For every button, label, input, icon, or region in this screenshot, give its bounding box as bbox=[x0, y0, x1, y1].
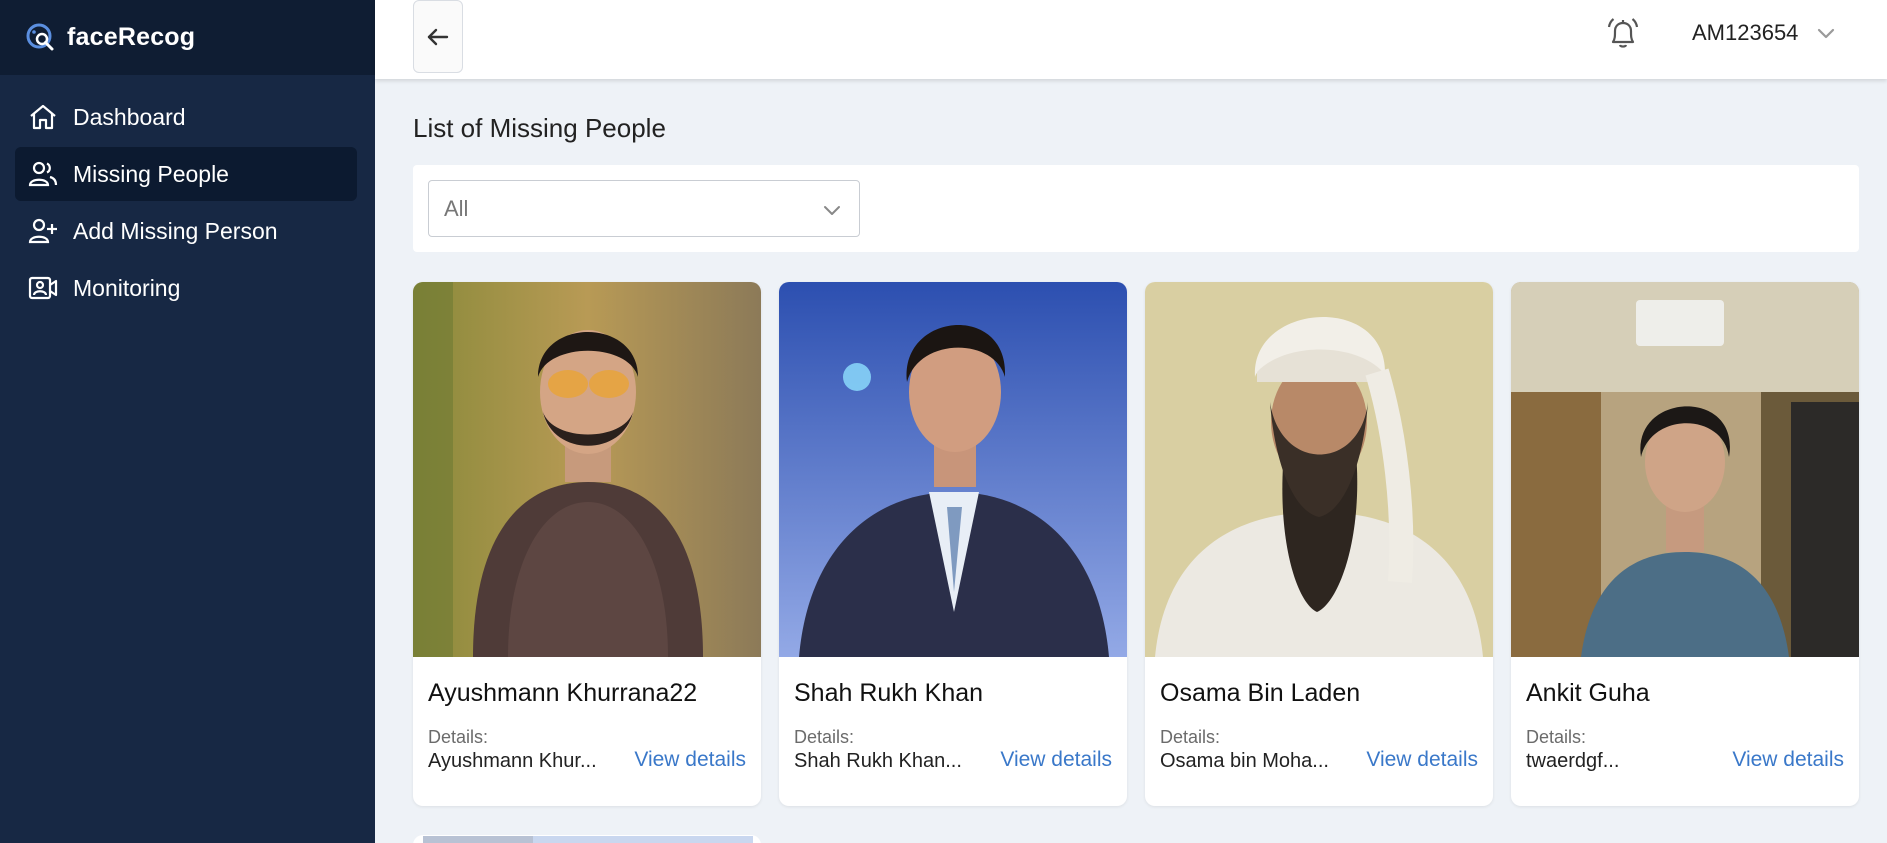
user-id: AM123654 bbox=[1692, 20, 1799, 45]
filter-panel: All bbox=[413, 165, 1859, 252]
person-card[interactable]: Osama Bin Laden Details: Osama bin Moha.… bbox=[1145, 282, 1493, 806]
sidebar-item-missing-people[interactable]: Missing People bbox=[15, 147, 357, 201]
sidebar-item-dashboard[interactable]: Dashboard bbox=[15, 90, 357, 144]
view-details-link[interactable]: View details bbox=[1366, 748, 1478, 772]
person-photo bbox=[779, 282, 1127, 657]
person-card[interactable]: Shah Rukh Khan Details: Shah Rukh Khan..… bbox=[779, 282, 1127, 806]
page-title: List of Missing People bbox=[413, 113, 666, 143]
view-details-link[interactable]: View details bbox=[634, 748, 746, 772]
sidebar-item-monitoring[interactable]: Monitoring bbox=[15, 261, 357, 315]
home-icon bbox=[30, 104, 56, 130]
top-bar: AM123654 bbox=[375, 0, 1887, 79]
sidebar-item-label: Dashboard bbox=[73, 103, 186, 130]
details-text: twaerdgf... bbox=[1526, 750, 1620, 772]
back-button[interactable] bbox=[413, 0, 463, 73]
view-details-link[interactable]: View details bbox=[1732, 748, 1844, 772]
sidebar-nav: Dashboard Missing People Add Missing Per… bbox=[0, 0, 375, 318]
view-details-link[interactable]: View details bbox=[1000, 748, 1112, 772]
details-text: Ayushmann Khur... bbox=[428, 750, 597, 772]
person-name: Ayushmann Khurrana22 bbox=[428, 679, 698, 707]
sidebar-item-add-missing-person[interactable]: Add Missing Person bbox=[15, 204, 357, 258]
person-photo bbox=[1145, 282, 1493, 657]
details-text: Shah Rukh Khan... bbox=[794, 750, 962, 772]
person-photo bbox=[413, 282, 761, 657]
person-photo bbox=[423, 836, 533, 843]
person-name: Ankit Guha bbox=[1526, 679, 1650, 707]
person-photo bbox=[533, 836, 753, 843]
users-icon bbox=[28, 161, 58, 187]
status-filter-select[interactable]: All bbox=[428, 180, 860, 237]
details-label: Details: bbox=[428, 727, 489, 747]
person-card[interactable]: Ayushmann Khurrana22 Details: Ayushmann … bbox=[413, 282, 761, 806]
person-card[interactable]: Ankit Guha Details: twaerdgf... View det… bbox=[1511, 282, 1859, 806]
sidebar-item-label: Missing People bbox=[73, 160, 229, 187]
sidebar: faceRecog Dashboard Missing People Add M… bbox=[0, 0, 375, 843]
arrow-left-icon bbox=[427, 28, 449, 45]
user-plus-icon bbox=[28, 218, 57, 244]
person-card-partial[interactable] bbox=[413, 835, 761, 843]
person-photo bbox=[1511, 282, 1859, 657]
details-label: Details: bbox=[1526, 727, 1587, 747]
details-label: Details: bbox=[794, 727, 855, 747]
camera-icon bbox=[28, 276, 58, 300]
chevron-down-icon bbox=[824, 206, 840, 215]
person-name: Osama Bin Laden bbox=[1160, 679, 1361, 707]
bell-icon[interactable] bbox=[1603, 14, 1643, 54]
person-name: Shah Rukh Khan bbox=[794, 679, 984, 707]
select-value: All bbox=[444, 195, 469, 221]
sidebar-item-label: Monitoring bbox=[73, 274, 181, 301]
user-menu[interactable]: AM123654 bbox=[1692, 20, 1838, 46]
sidebar-item-label: Add Missing Person bbox=[73, 217, 278, 244]
chevron-down-icon bbox=[1818, 28, 1835, 39]
details-label: Details: bbox=[1160, 727, 1221, 747]
details-text: Osama bin Moha... bbox=[1160, 750, 1329, 772]
